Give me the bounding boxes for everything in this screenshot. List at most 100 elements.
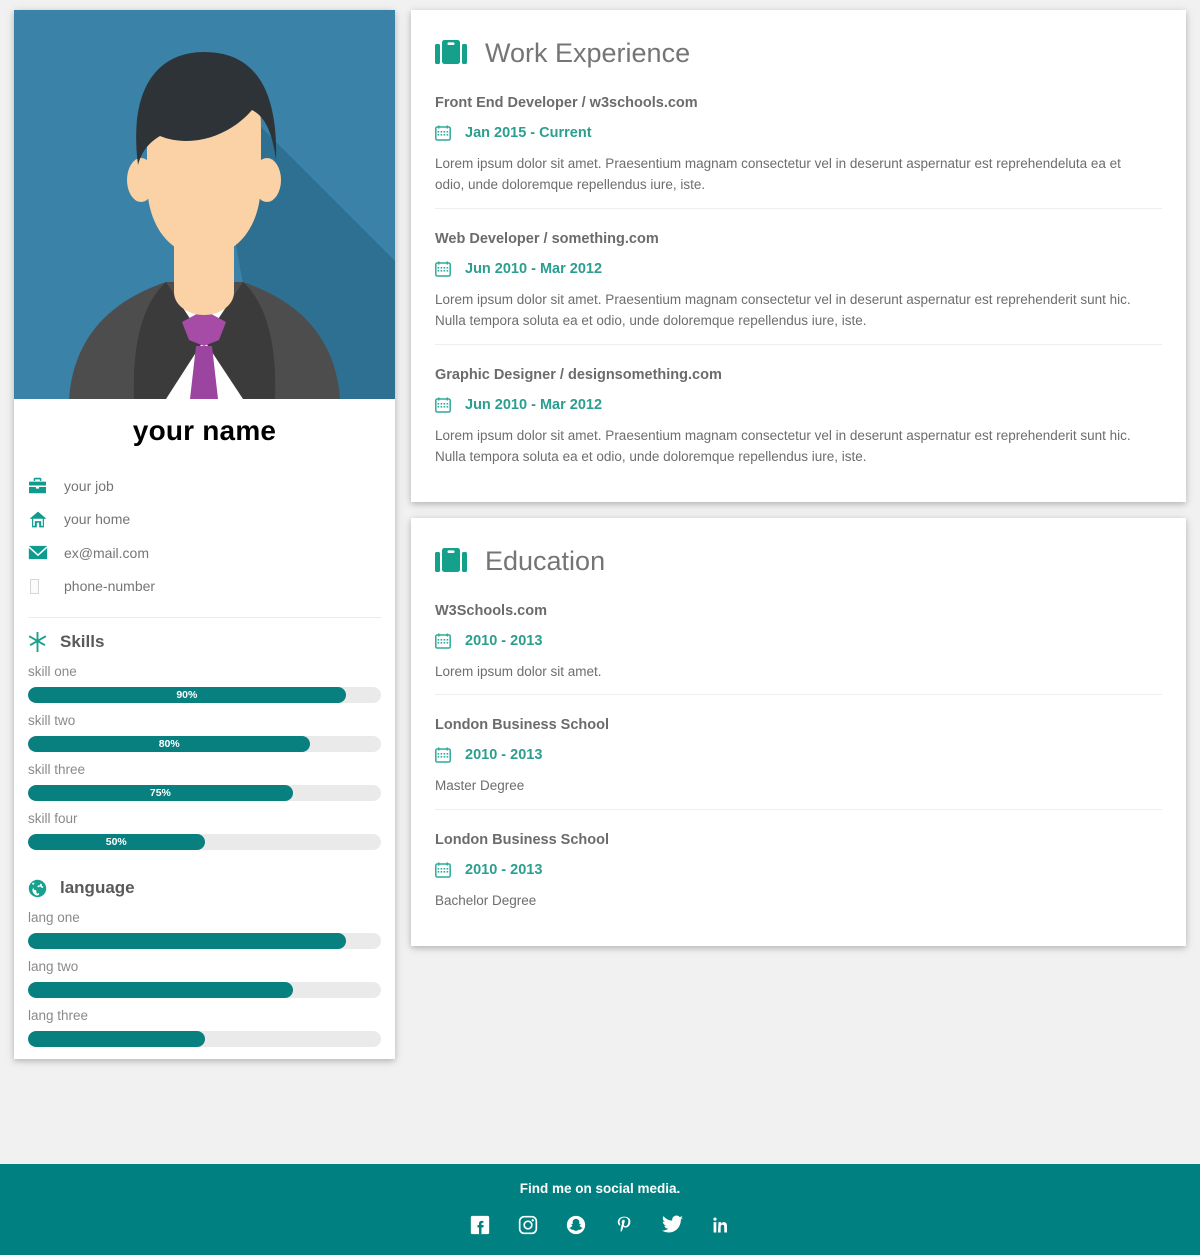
language-header: language	[14, 864, 395, 898]
work-entry-date-label: Jan 2015 - Current	[465, 125, 592, 141]
language-item: lang two	[28, 959, 381, 998]
contact-item-job[interactable]: your job	[28, 469, 381, 503]
calendar-icon	[435, 633, 451, 649]
language-label: lang three	[28, 1008, 89, 1023]
work-entry: Front End Developer / w3schools.com Jan …	[435, 95, 1162, 208]
calendar-icon	[435, 261, 451, 277]
language-progress-fill	[28, 933, 346, 949]
education-entry-title: London Business School	[435, 832, 610, 849]
work-entry: Graphic Designer / designsomething.com J…	[435, 343, 1162, 480]
contact-item-email[interactable]: ex@mail.com	[28, 536, 381, 570]
calendar-icon	[435, 862, 451, 879]
work-entry-title: Graphic Designer / designsomething.com	[435, 366, 722, 383]
briefcase-icon	[435, 546, 467, 577]
education-entry-body: Master Degree	[435, 778, 525, 794]
contact-item-phone-label: phone-number	[64, 578, 156, 595]
language-progress-track[interactable]	[28, 933, 381, 949]
education-entry-title: London Business School	[435, 717, 610, 734]
education-entry-date-label: 2010 - 2013	[465, 632, 543, 649]
education-entry-date: 2010 - 2013	[435, 862, 1162, 878]
language-progress-track[interactable]	[28, 982, 381, 998]
work-entry-date: Jun 2010 - Mar 2012	[435, 261, 1162, 277]
education-entry-body: Bachelor Degree	[435, 893, 537, 909]
work-entry-body: Lorem ipsum dolor sit amet. Praesentium …	[435, 156, 1121, 192]
skill-progress-track[interactable]: 90%	[28, 687, 381, 703]
snapchat-icon[interactable]	[563, 1212, 589, 1238]
education-entry-title: W3Schools.com	[435, 602, 547, 619]
skill-progress-track[interactable]: 50%	[28, 834, 381, 850]
skill-percent: 90%	[176, 688, 198, 701]
contact-item-job-label: your job	[64, 477, 114, 494]
skill-progress-track[interactable]: 80%	[28, 736, 381, 752]
page-title: your name	[132, 415, 277, 446]
skill-label: skill three	[28, 762, 86, 777]
pinterest-icon[interactable]	[611, 1212, 637, 1238]
education-entry-date-label: 2010 - 2013	[465, 747, 543, 764]
skill-progress-fill: 75%	[28, 785, 293, 801]
footer-text: Find me on social media.	[519, 1181, 681, 1196]
education-entry-date: 2010 - 2013	[435, 747, 1162, 763]
contact-item-home-label: your home	[64, 511, 131, 528]
skill-percent: 50%	[105, 835, 127, 848]
language-progress-fill	[28, 982, 293, 998]
work-entry-date-label: Jun 2010 - Mar 2012	[465, 396, 603, 413]
language-progress-track[interactable]	[28, 1031, 381, 1047]
education-entry-date-label: 2010 - 2013	[465, 862, 543, 879]
skill-label: skill four	[28, 811, 78, 826]
skill-progress-fill: 90%	[28, 687, 346, 703]
skills-list: skill one 90% skill two 80% skill three …	[14, 664, 395, 850]
education-entry: W3Schools.com 2010 - 2013 Lorem ipsum do…	[435, 603, 1162, 695]
skill-label: skill one	[28, 664, 77, 679]
skill-progress-fill: 80%	[28, 736, 311, 752]
work-entry-title: Front End Developer / w3schools.com	[435, 95, 698, 111]
skills-title: Skills	[60, 632, 105, 651]
content-column: Work Experience Front End Developer / w3…	[411, 10, 1186, 947]
skill-progress-track[interactable]: 75%	[28, 785, 381, 801]
language-progress-fill	[28, 1031, 205, 1047]
skill-label: skill two	[28, 713, 76, 728]
work-experience-title: Work Experience	[485, 38, 691, 68]
linkedin-icon[interactable]	[707, 1212, 733, 1238]
skill-item: skill four 50%	[28, 811, 381, 850]
work-experience-panel: Work Experience Front End Developer / w3…	[411, 10, 1186, 502]
phone-icon	[28, 578, 62, 594]
facebook-icon[interactable]	[467, 1212, 493, 1238]
education-title: Education	[485, 545, 606, 576]
language-label: lang two	[28, 959, 79, 974]
work-entry-date-label: Jun 2010 - Mar 2012	[465, 260, 603, 277]
contact-list: your job your home ex@mail.com phone-num…	[14, 469, 395, 603]
instagram-icon[interactable]	[515, 1212, 541, 1238]
education-panel: Education W3Schools.com 2010 - 2013 Lore…	[411, 517, 1186, 947]
page-layout: your name your job your home ex@mail.com…	[0, 0, 1200, 1059]
language-item: lang three	[28, 1008, 381, 1047]
asterisk-icon	[28, 632, 47, 652]
language-list: lang one lang two lang three	[14, 910, 395, 1047]
avatar	[14, 10, 395, 399]
language-label: lang one	[28, 910, 80, 925]
education-entry-body: Lorem ipsum dolor sit amet.	[435, 663, 602, 679]
skill-percent: 75%	[149, 786, 171, 799]
skill-item: skill one 90%	[28, 664, 381, 703]
skill-progress-fill: 50%	[28, 834, 205, 850]
profile-column: your name your job your home ex@mail.com…	[14, 10, 395, 1059]
calendar-icon	[435, 125, 451, 141]
avatar-illustration	[14, 10, 395, 399]
globe-icon	[28, 879, 47, 898]
education-entry-date: 2010 - 2013	[435, 633, 1162, 649]
work-entry-date: Jan 2015 - Current	[435, 125, 1162, 141]
skill-item: skill three 75%	[28, 762, 381, 801]
social-links	[0, 1212, 1200, 1238]
skill-percent: 80%	[158, 737, 180, 750]
education-header: Education	[435, 546, 1162, 577]
footer: Find me on social media.	[0, 1164, 1200, 1255]
contact-item-home[interactable]: your home	[28, 503, 381, 537]
language-title: language	[60, 878, 135, 897]
contact-item-phone[interactable]: phone-number	[28, 570, 381, 604]
calendar-icon	[435, 747, 451, 764]
work-entry-date: Jun 2010 - Mar 2012	[435, 397, 1162, 413]
education-entry: London Business School 2010 - 2013 Bache…	[435, 809, 1162, 924]
work-entry-body: Lorem ipsum dolor sit amet. Praesentium …	[435, 291, 1131, 328]
twitter-icon[interactable]	[659, 1212, 685, 1238]
contact-item-email-label: ex@mail.com	[64, 544, 150, 561]
skill-item: skill two 80%	[28, 713, 381, 752]
